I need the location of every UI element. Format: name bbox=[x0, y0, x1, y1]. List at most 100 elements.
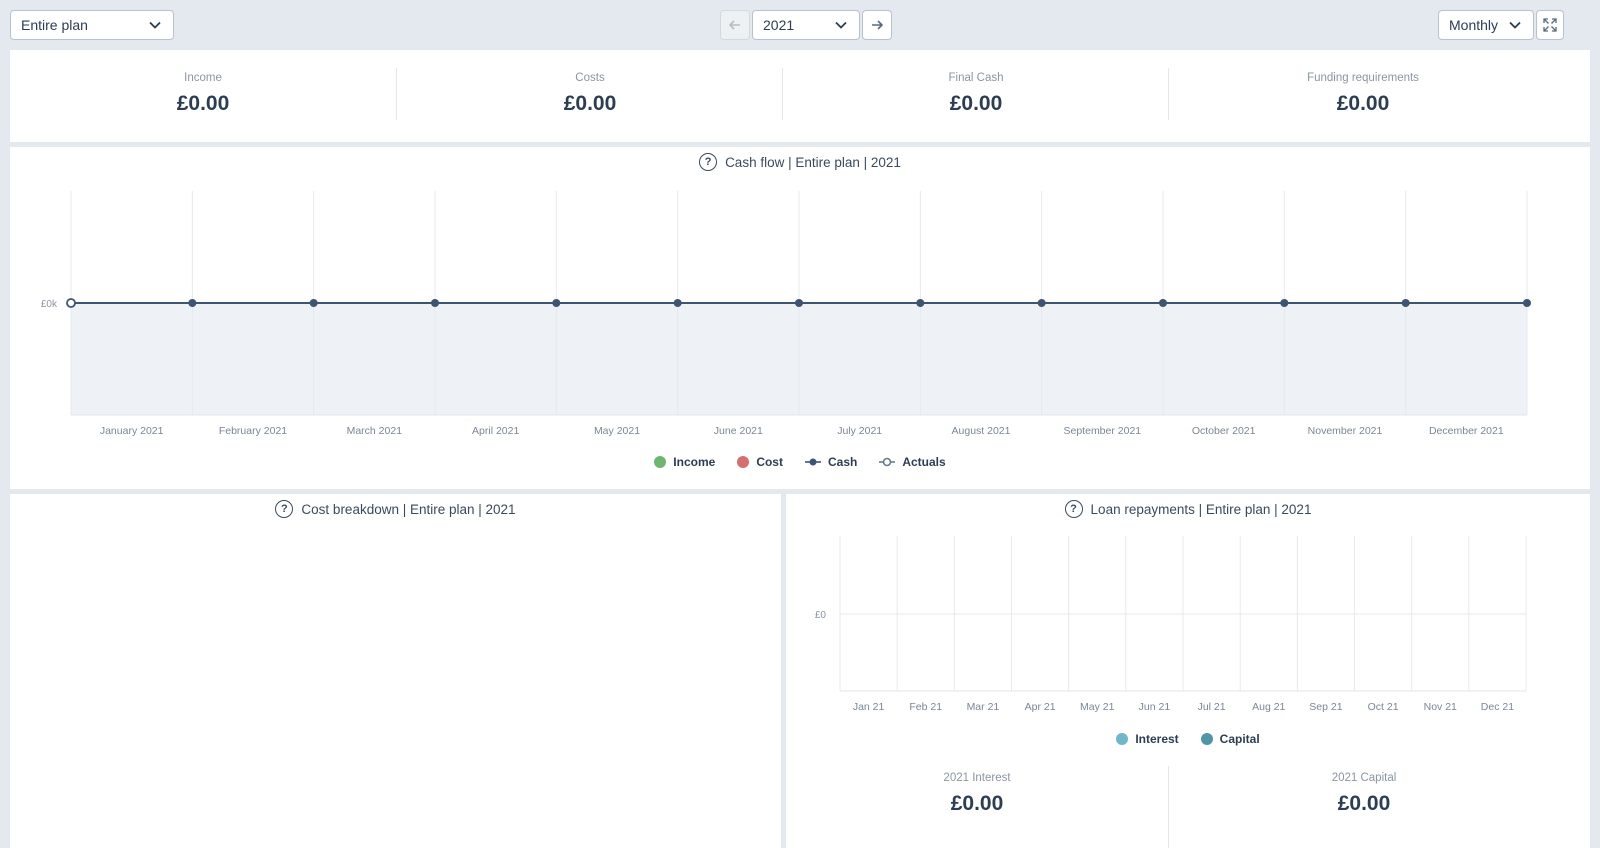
cash-point bbox=[795, 299, 803, 307]
kpi-costs: Costs £0.00 bbox=[397, 50, 783, 146]
scope-select-value: Entire plan bbox=[21, 17, 88, 33]
cash-point bbox=[188, 299, 197, 307]
legend-interest[interactable]: Interest bbox=[1116, 732, 1179, 746]
loan-legend: Interest Capital bbox=[786, 732, 1590, 746]
cashflow-panel: ? Cash flow | Entire plan | 2021 £0k Janu… bbox=[10, 147, 1590, 489]
legend-cost[interactable]: Cost bbox=[737, 455, 783, 469]
cash-point bbox=[1280, 299, 1289, 307]
x-tick-label: Oct 21 bbox=[1368, 701, 1399, 713]
cashflow-chart: £0k January 2021 February 2021 March 2021 Ap… bbox=[41, 191, 1531, 437]
cash-point bbox=[673, 299, 682, 307]
chevron-down-icon bbox=[149, 21, 161, 29]
arrow-left-icon bbox=[728, 20, 740, 30]
x-tick-label: October 2021 bbox=[1192, 425, 1256, 437]
line-dot-marker bbox=[804, 458, 821, 466]
x-tick-label: Nov 21 bbox=[1424, 701, 1457, 713]
kpi-value: £0.00 bbox=[176, 92, 230, 115]
y-tick-label: £0 bbox=[815, 610, 827, 621]
year-select[interactable]: 2021 bbox=[752, 10, 860, 40]
y-tick-label: £0k bbox=[41, 299, 58, 310]
kpi-value: £0.00 bbox=[1337, 792, 1391, 815]
x-tick-label: January 2021 bbox=[100, 425, 164, 437]
kpi-final-cash: Final Cash £0.00 bbox=[783, 50, 1169, 146]
x-tick-label: November 2021 bbox=[1308, 425, 1383, 437]
expand-button[interactable] bbox=[1536, 10, 1564, 40]
legend-capital[interactable]: Capital bbox=[1200, 732, 1260, 746]
legend-capital-dot bbox=[1200, 733, 1213, 745]
kpi-label: Costs bbox=[575, 72, 605, 84]
cash-point bbox=[1159, 299, 1167, 307]
kpi-label: 2021 Interest bbox=[943, 772, 1011, 784]
x-tick-label: February 2021 bbox=[219, 425, 287, 437]
x-tick-label: August 2021 bbox=[952, 425, 1011, 437]
x-tick-label: April 2021 bbox=[472, 425, 519, 437]
kpi-value: £0.00 bbox=[950, 792, 1004, 815]
help-icon[interactable]: ? bbox=[275, 500, 294, 518]
cash-point bbox=[431, 299, 439, 307]
x-tick-label: Feb 21 bbox=[909, 701, 942, 713]
cost-breakdown-title: ? Cost breakdown | Entire plan | 2021 bbox=[10, 500, 781, 518]
x-tick-label: Mar 21 bbox=[967, 701, 1000, 713]
cash-point bbox=[1401, 299, 1410, 307]
x-tick-label: May 2021 bbox=[594, 425, 640, 437]
cash-point bbox=[916, 299, 925, 307]
kpi-label: Income bbox=[184, 72, 222, 84]
scope-select[interactable]: Entire plan bbox=[10, 10, 174, 40]
x-tick-label: June 2021 bbox=[714, 425, 763, 437]
legend-label: Cash bbox=[827, 455, 858, 469]
x-tick-label: Apr 21 bbox=[1025, 701, 1056, 713]
kpi-funding-requirements: Funding requirements £0.00 bbox=[1169, 50, 1557, 146]
legend-label: Cost bbox=[756, 455, 783, 469]
x-tick-label: May 21 bbox=[1080, 701, 1115, 713]
kpi-2021-capital: 2021 Capital £0.00 bbox=[1169, 750, 1559, 846]
x-tick-label: September 2021 bbox=[1064, 425, 1142, 437]
actuals-point bbox=[66, 298, 76, 308]
x-tick-label: July 2021 bbox=[837, 425, 882, 437]
kpi-value: £0.00 bbox=[563, 92, 617, 115]
expand-icon bbox=[1543, 18, 1557, 32]
legend-cost-dot bbox=[737, 456, 750, 468]
chevron-down-icon bbox=[1509, 21, 1521, 29]
cash-point bbox=[552, 299, 561, 307]
x-tick-label: Dec 21 bbox=[1481, 701, 1514, 713]
kpi-label: Final Cash bbox=[948, 72, 1004, 84]
legend-label: Interest bbox=[1135, 732, 1179, 746]
cash-point bbox=[309, 299, 318, 307]
loan-repayments-chart: £0 Jan 21 Feb 21 Mar 21 Apr 21 May 21 Jun 21 Ju… bbox=[815, 536, 1527, 713]
x-tick-label: December 2021 bbox=[1429, 425, 1504, 437]
legend-actuals[interactable]: Actuals bbox=[879, 455, 946, 469]
x-tick-label: Jun 21 bbox=[1139, 701, 1171, 713]
x-tick-label: Jul 21 bbox=[1198, 701, 1226, 713]
x-tick-label: Aug 21 bbox=[1252, 701, 1285, 713]
x-tick-label: March 2021 bbox=[347, 425, 403, 437]
legend-income[interactable]: Income bbox=[654, 455, 715, 469]
legend-label: Capital bbox=[1219, 732, 1260, 746]
cost-breakdown-title-text: Cost breakdown | Entire plan | 2021 bbox=[301, 501, 516, 517]
year-select-value: 2021 bbox=[763, 17, 795, 33]
legend-label: Income bbox=[673, 455, 716, 469]
kpi-value: £0.00 bbox=[1336, 92, 1390, 115]
x-tick-label: Sep 21 bbox=[1309, 701, 1342, 713]
arrow-right-icon bbox=[872, 20, 884, 30]
next-year-button[interactable] bbox=[862, 10, 892, 40]
cash-point bbox=[1523, 299, 1531, 307]
legend-cash[interactable]: Cash bbox=[804, 455, 858, 469]
kpi-income: Income £0.00 bbox=[10, 50, 396, 146]
legend-interest-dot bbox=[1116, 733, 1129, 745]
legend-label: Actuals bbox=[902, 455, 946, 469]
kpi-label: 2021 Capital bbox=[1331, 772, 1397, 784]
period-select[interactable]: Monthly bbox=[1438, 10, 1534, 40]
kpi-panel: Income £0.00 Costs £0.00 Final Cash £0.0… bbox=[10, 50, 1590, 142]
kpi-value: £0.00 bbox=[949, 92, 1003, 115]
cost-breakdown-panel: ? Cost breakdown | Entire plan | 2021 bbox=[10, 494, 781, 848]
x-tick-label: Jan 21 bbox=[853, 701, 885, 713]
prev-year-button[interactable] bbox=[720, 10, 750, 40]
legend-income-dot bbox=[654, 456, 667, 468]
chevron-down-icon bbox=[835, 21, 847, 29]
loan-repayments-panel: ? Loan repayments | Entire plan | 2021 £… bbox=[786, 494, 1590, 848]
period-select-value: Monthly bbox=[1449, 17, 1499, 33]
kpi-label: Funding requirements bbox=[1307, 72, 1419, 84]
cash-point bbox=[1037, 299, 1046, 307]
cashflow-legend: Income Cost Cash Actuals bbox=[10, 455, 1590, 469]
kpi-2021-interest: 2021 Interest £0.00 bbox=[786, 750, 1168, 846]
